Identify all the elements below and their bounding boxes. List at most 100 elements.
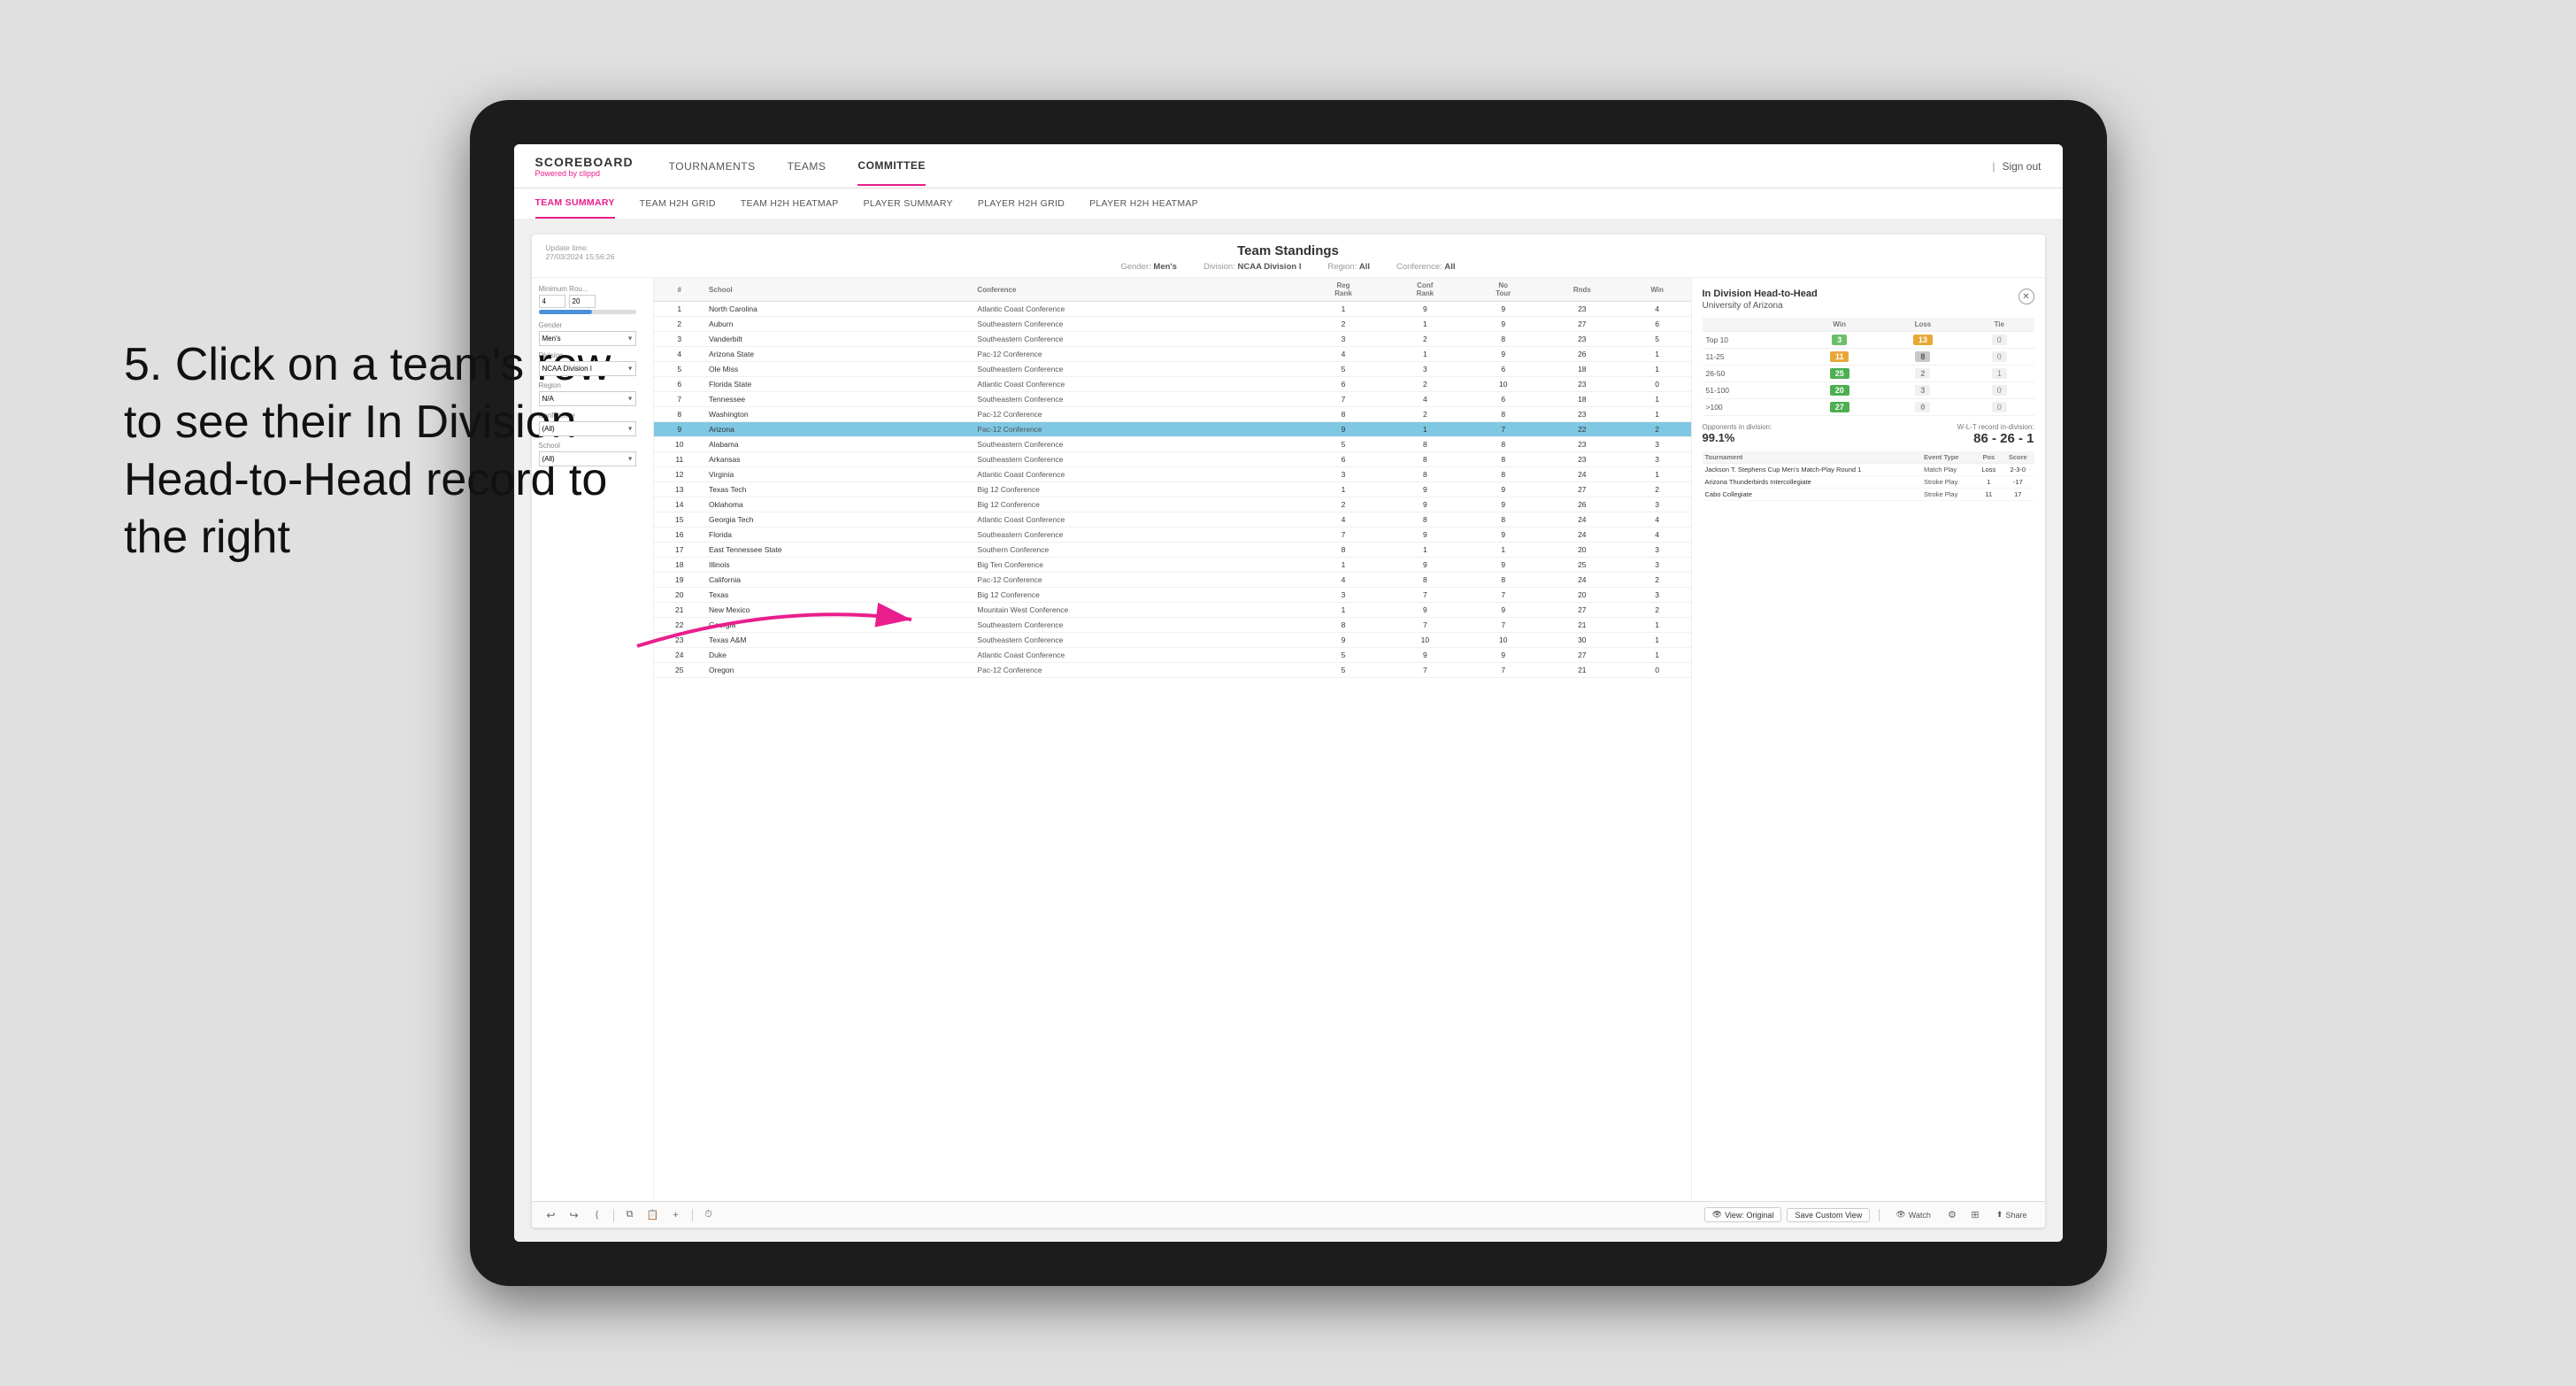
step-back-icon[interactable]: ⟨ [588,1206,606,1224]
table-row[interactable]: 15 Georgia Tech Atlantic Coast Conferenc… [654,512,1691,527]
school-select[interactable]: (All) [539,451,636,466]
h2h-loss-header: Loss [1881,318,1965,332]
tournament-col-name: Tournament [1703,451,1922,464]
tournament-row: Cabo Collegiate Stroke Play 11 17 [1703,489,2034,501]
sub-nav-team-h2h-heatmap[interactable]: TEAM H2H HEATMAP [741,189,839,218]
instruction-arrow [619,584,929,655]
watch-button[interactable]: 👁 Watch [1888,1208,1938,1221]
tournament-col-score: Score [2002,451,2034,464]
sub-nav-player-h2h-grid[interactable]: PLAYER H2H GRID [978,189,1065,218]
sub-nav-team-summary[interactable]: TEAM SUMMARY [535,189,615,219]
h2h-title: In Division Head-to-Head [1703,289,2034,299]
settings-icon[interactable]: ⚙ [1943,1206,1961,1224]
sub-nav-team-h2h-grid[interactable]: TEAM H2H GRID [640,189,716,218]
conference-filter: Conference: All [1396,262,1456,272]
table-row[interactable]: 11 Arkansas Southeastern Conference 6 8 … [654,452,1691,467]
nav-teams[interactable]: TEAMS [788,146,827,187]
h2h-panel: In Division Head-to-Head University of A… [1691,278,2045,1201]
col-school: School [705,278,973,302]
tournament-section: Tournament Event Type Pos Score Jackson … [1703,451,2034,501]
min-rounds-label: Minimum Rou... [539,285,646,293]
record-value: 86 - 26 - 1 [1957,431,2034,446]
clock-icon[interactable]: ⏱ [700,1206,718,1224]
table-row[interactable]: 3 Vanderbilt Southeastern Conference 3 2… [654,332,1691,347]
h2h-close-button[interactable]: ✕ [2019,289,2034,304]
share-button[interactable]: ⬆ Share [1989,1208,2034,1221]
h2h-tie-header: Tie [1965,318,2034,332]
gender-control-label: Gender [539,321,646,329]
h2h-row: >100 27 0 0 [1703,399,2034,416]
data-table-container: # School Conference RegRank ConfRank NoT… [654,278,1691,1201]
tournament-row: Jackson T. Stephens Cup Men's Match-Play… [1703,464,2034,476]
redo-icon[interactable]: ↪ [565,1206,583,1224]
sign-out-link[interactable]: Sign out [2002,160,2041,173]
table-row[interactable]: 6 Florida State Atlantic Coast Conferenc… [654,377,1691,392]
table-row[interactable]: 8 Washington Pac-12 Conference 8 2 8 23 … [654,407,1691,422]
sub-nav-player-h2h-heatmap[interactable]: PLAYER H2H HEATMAP [1089,189,1198,218]
division-select[interactable]: NCAA Division I [539,361,636,376]
col-rnds: Rnds [1541,278,1624,302]
sub-navbar: TEAM SUMMARY TEAM H2H GRID TEAM H2H HEAT… [514,189,2063,220]
table-row[interactable]: 1 North Carolina Atlantic Coast Conferen… [654,302,1691,317]
eye-icon: 👁 [1712,1210,1722,1220]
record-label: W-L-T record in-division: [1957,423,2034,431]
sub-nav-player-summary[interactable]: PLAYER SUMMARY [864,189,953,218]
col-conf-rank: ConfRank [1384,278,1465,302]
table-row[interactable]: 25 Oregon Pac-12 Conference 5 7 7 21 0 [654,663,1691,678]
gender-select[interactable]: Men's [539,331,636,346]
watch-icon: 👁 [1895,1210,1905,1220]
nav-committee[interactable]: COMMITTEE [857,147,926,186]
undo-icon[interactable]: ↩ [542,1206,560,1224]
share-icon: ⬆ [1996,1210,2003,1220]
h2h-school-name: University of Arizona [1703,301,2034,311]
min-rounds-max-input[interactable] [569,295,596,308]
col-rank: # [654,278,706,302]
col-win: Win [1624,278,1691,302]
table-row[interactable]: 9 Arizona Pac-12 Conference 9 1 7 22 2 [654,422,1691,437]
table-row[interactable]: 14 Oklahoma Big 12 Conference 2 9 9 26 3 [654,497,1691,512]
tablet-screen: SCOREBOARD Powered by clippd TOURNAMENTS… [514,144,2063,1242]
col-conference: Conference [973,278,1302,302]
table-row[interactable]: 18 Illinois Big Ten Conference 1 9 9 25 … [654,558,1691,573]
table-row[interactable]: 4 Arizona State Pac-12 Conference 4 1 9 … [654,347,1691,362]
table-row[interactable]: 13 Texas Tech Big 12 Conference 1 9 9 27… [654,482,1691,497]
tournament-col-type: Event Type [1921,451,1976,464]
tablet-device: SCOREBOARD Powered by clippd TOURNAMENTS… [470,100,2107,1286]
table-row[interactable]: 17 East Tennessee State Southern Confere… [654,543,1691,558]
gender-filter: Gender: Men's [1120,262,1177,272]
panel-body: Minimum Rou... Gender Me [532,278,2045,1201]
conference-select[interactable]: (All) [539,421,636,436]
region-select[interactable]: N/A [539,391,636,406]
col-no-tour: NoTour [1466,278,1541,302]
logo: SCOREBOARD Powered by clippd [535,155,634,178]
min-rounds-min-input[interactable] [539,295,565,308]
main-panel: Update time: 27/03/2024 15:56:26 Team St… [532,235,2045,1228]
h2h-row: Top 10 3 13 0 [1703,332,2034,349]
paste-icon[interactable]: 📋 [644,1206,662,1224]
add-icon[interactable]: + [667,1206,685,1224]
table-row[interactable]: 5 Ole Miss Southeastern Conference 5 3 6… [654,362,1691,377]
h2h-win-header: Win [1798,318,1881,332]
h2h-row: 26-50 25 2 1 [1703,366,2034,382]
view-original-button[interactable]: 👁 View: Original [1704,1207,1782,1222]
region-filter: Region: All [1327,262,1370,272]
panel-title: Team Standings [643,243,1934,258]
table-row[interactable]: 10 Alabama Southeastern Conference 5 8 8… [654,437,1691,452]
save-custom-view-button[interactable]: Save Custom View [1787,1208,1870,1222]
copy-icon[interactable]: ⧉ [621,1206,639,1224]
opponents-value: 99.1% [1703,431,1772,444]
table-row[interactable]: 12 Virginia Atlantic Coast Conference 3 … [654,467,1691,482]
content-area: Update time: 27/03/2024 15:56:26 Team St… [514,220,2063,1242]
table-row[interactable]: 16 Florida Southeastern Conference 7 9 9… [654,527,1691,543]
table-row[interactable]: 7 Tennessee Southeastern Conference 7 4 … [654,392,1691,407]
tournament-col-pos: Pos [1976,451,2003,464]
nav-tournaments[interactable]: TOURNAMENTS [669,146,756,187]
table-row[interactable]: 2 Auburn Southeastern Conference 2 1 9 2… [654,317,1691,332]
grid-icon[interactable]: ⊞ [1966,1206,1984,1224]
main-navigation: TOURNAMENTS TEAMS COMMITTEE [669,144,926,188]
tournament-row: Arizona Thunderbirds Intercollegiate Str… [1703,476,2034,489]
h2h-row: 51-100 20 3 0 [1703,382,2034,399]
bottom-toolbar: ↩ ↪ ⟨ ⧉ 📋 + ⏱ 👁 View: Original [532,1201,2045,1228]
division-filter: Division: NCAA Division I [1203,262,1302,272]
panel-header: Update time: 27/03/2024 15:56:26 Team St… [532,235,2045,278]
